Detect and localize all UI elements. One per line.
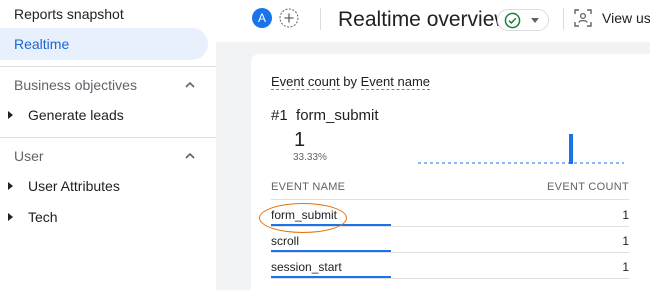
column-header-event-name[interactable]: EVENT NAME — [271, 181, 345, 193]
nav-user-attributes[interactable]: User Attributes — [8, 178, 120, 194]
metric-selector[interactable]: Event count — [271, 74, 340, 90]
top-event-name: form_submit — [296, 107, 379, 124]
triangle-right-icon — [8, 182, 13, 190]
triangle-right-icon — [8, 213, 13, 221]
chevron-up-icon[interactable] — [185, 80, 195, 90]
status-dropdown[interactable] — [497, 9, 549, 31]
section-business-objectives[interactable]: Business objectives — [14, 77, 137, 93]
table-divider — [271, 252, 629, 253]
nav-tech[interactable]: Tech — [8, 209, 58, 225]
row-event-count: 1 — [622, 234, 629, 248]
page-title: Realtime overview — [338, 8, 510, 31]
nav-realtime[interactable]: Realtime — [0, 28, 208, 60]
sparkline-bar — [569, 134, 573, 164]
column-header-event-count[interactable]: EVENT COUNT — [547, 181, 629, 193]
view-user-label: View use — [602, 10, 650, 26]
card-title: Event count by Event name — [271, 74, 431, 90]
section-user[interactable]: User — [14, 148, 44, 164]
check-circle-icon — [504, 12, 521, 29]
sparkline-chart — [418, 134, 624, 164]
top-event-count: 1 — [294, 129, 306, 151]
highlight-annotation — [259, 203, 347, 233]
row-event-name[interactable]: session_start — [271, 260, 342, 274]
top-event: #1 form_submit — [271, 107, 379, 124]
user-snapshot-icon — [574, 9, 592, 27]
nav-user-attributes-label: User Attributes — [28, 178, 120, 194]
nav-generate-leads-label: Generate leads — [28, 107, 124, 123]
row-event-count: 1 — [622, 208, 629, 222]
header-divider — [563, 8, 564, 30]
top-event-rank: #1 — [271, 107, 288, 124]
triangle-right-icon — [8, 111, 13, 119]
nav-reports-snapshot[interactable]: Reports snapshot — [14, 6, 124, 22]
table-divider — [271, 278, 629, 279]
nav-divider — [0, 137, 216, 138]
caret-down-icon — [531, 18, 539, 23]
row-event-name[interactable]: scroll — [271, 234, 299, 248]
view-user-snapshot-button[interactable]: View use — [574, 9, 650, 27]
dimension-selector[interactable]: Event name — [360, 74, 431, 90]
nav-tech-label: Tech — [28, 209, 58, 225]
header-divider — [320, 8, 321, 30]
plus-circle-icon[interactable] — [279, 8, 299, 28]
top-event-percent: 33.33% — [293, 152, 327, 163]
avatar[interactable]: A — [252, 8, 272, 28]
table-divider — [271, 199, 629, 200]
left-navigation: Reports snapshot Realtime Business objec… — [0, 0, 216, 290]
nav-generate-leads[interactable]: Generate leads — [8, 107, 124, 123]
card-title-by: by — [343, 74, 358, 89]
event-count-card: Event count by Event name #1 form_submit… — [251, 54, 650, 290]
nav-realtime-label: Realtime — [14, 36, 70, 52]
nav-divider — [0, 66, 216, 67]
row-event-count: 1 — [622, 260, 629, 274]
chevron-up-icon[interactable] — [185, 151, 195, 161]
